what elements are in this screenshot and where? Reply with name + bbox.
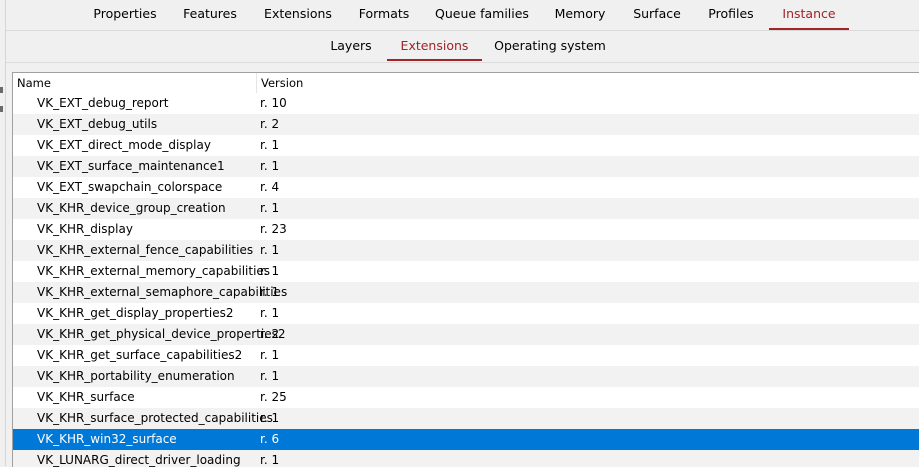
column-header-name[interactable]: Name <box>13 73 257 93</box>
extension-version-cell: r. 10 <box>260 96 287 110</box>
extension-name-cell: VK_KHR_device_group_creation <box>37 201 226 215</box>
extension-version-cell: r. 6 <box>260 432 280 446</box>
table-body: VK_EXT_debug_report r. 10 VK_EXT_debug_uti… <box>13 93 919 467</box>
extension-version-cell: r. 1 <box>260 348 280 362</box>
extension-name-cell: VK_KHR_external_semaphore_capabilities <box>37 285 288 299</box>
subtab-operating-system[interactable]: Operating system <box>490 31 610 60</box>
extension-name-cell: VK_KHR_win32_surface <box>37 432 177 446</box>
extension-name-cell: VK_KHR_portability_enumeration <box>37 369 235 383</box>
tab-features[interactable]: Features <box>179 0 241 28</box>
window-left-edge <box>0 0 6 466</box>
subtab-extensions[interactable]: Extensions <box>387 31 482 61</box>
extension-version-cell: r. 1 <box>260 201 280 215</box>
extension-name-cell: VK_KHR_surface_protected_capabilities <box>37 411 273 425</box>
extension-name-cell: VK_KHR_external_memory_capabilities <box>37 264 271 278</box>
table-row[interactable]: VK_KHR_get_physical_device_properties2 r.… <box>13 324 919 345</box>
extension-name-cell: VK_LUNARG_direct_driver_loading <box>37 453 241 467</box>
extension-version-cell: r. 1 <box>260 453 280 467</box>
column-header-version[interactable]: Version <box>257 73 919 93</box>
extension-version-cell: r. 25 <box>260 390 287 404</box>
main-tab-bar: Properties Features Extensions Formats Q… <box>6 0 919 31</box>
tab-properties[interactable]: Properties <box>90 0 160 28</box>
table-row[interactable]: VK_EXT_direct_mode_display r. 1 <box>13 135 919 156</box>
table-row[interactable]: VK_KHR_surface_protected_capabilities r. … <box>13 408 919 429</box>
table-row[interactable]: VK_KHR_external_fence_capabilities r. 1 <box>13 240 919 261</box>
table-row[interactable]: VK_KHR_external_semaphore_capabilities r.… <box>13 282 919 303</box>
instance-sub-tab-bar: Layers Extensions Operating system <box>6 31 919 63</box>
table-row[interactable]: VK_EXT_debug_utils r. 2 <box>13 114 919 135</box>
extension-version-cell: r. 1 <box>260 159 280 173</box>
extension-name-cell: VK_KHR_get_display_properties2 <box>37 306 234 320</box>
extension-version-cell: r. 1 <box>260 411 280 425</box>
table-row[interactable]: VK_LUNARG_direct_driver_loading r. 1 <box>13 450 919 467</box>
extension-version-cell: r. 1 <box>260 285 280 299</box>
tab-formats[interactable]: Formats <box>354 0 414 28</box>
table-header: Name Version <box>13 73 919 94</box>
extension-version-cell: r. 1 <box>260 243 280 257</box>
extension-version-cell: r. 4 <box>260 180 280 194</box>
subtab-layers[interactable]: Layers <box>320 31 382 60</box>
extension-name-cell: VK_KHR_get_physical_device_properties2 <box>37 327 286 341</box>
table-row[interactable]: VK_EXT_swapchain_colorspace r. 4 <box>13 177 919 198</box>
extension-version-cell: r. 1 <box>260 306 280 320</box>
tab-memory[interactable]: Memory <box>549 0 611 28</box>
extension-name-cell: VK_KHR_external_fence_capabilities <box>37 243 254 257</box>
extension-name-cell: VK_KHR_surface <box>37 390 135 404</box>
tab-instance[interactable]: Instance <box>769 0 849 30</box>
tab-extensions[interactable]: Extensions <box>260 0 336 28</box>
tab-surface[interactable]: Surface <box>627 0 687 28</box>
resize-grip-mark <box>0 106 3 112</box>
table-row[interactable]: VK_KHR_device_group_creation r. 1 <box>13 198 919 219</box>
table-row[interactable]: VK_KHR_surface r. 25 <box>13 387 919 408</box>
instance-extensions-table[interactable]: Name Version VK_EXT_debug_report r. 10 VK_… <box>12 72 919 467</box>
extension-name-cell: VK_KHR_display <box>37 222 133 236</box>
extension-name-cell: VK_KHR_get_surface_capabilities2 <box>37 348 243 362</box>
table-row[interactable]: VK_KHR_portability_enumeration r. 1 <box>13 366 919 387</box>
table-row[interactable]: VK_KHR_win32_surface r. 6 <box>13 429 919 450</box>
table-row[interactable]: VK_EXT_surface_maintenance1 r. 1 <box>13 156 919 177</box>
extension-name-cell: VK_EXT_debug_utils <box>37 117 158 131</box>
extension-version-cell: r. 1 <box>260 369 280 383</box>
extension-version-cell: r. 1 <box>260 264 280 278</box>
extension-version-cell: r. 23 <box>260 222 287 236</box>
extension-name-cell: VK_EXT_debug_report <box>37 96 169 110</box>
resize-grip-mark <box>0 87 3 93</box>
extension-version-cell: r. 2 <box>260 117 280 131</box>
table-row[interactable]: VK_EXT_debug_report r. 10 <box>13 93 919 114</box>
table-row[interactable]: VK_KHR_get_surface_capabilities2 r. 1 <box>13 345 919 366</box>
tab-profiles[interactable]: Profiles <box>703 0 759 28</box>
tab-queue-families[interactable]: Queue families <box>432 0 532 28</box>
extension-name-cell: VK_EXT_swapchain_colorspace <box>37 180 223 194</box>
extension-name-cell: VK_EXT_direct_mode_display <box>37 138 211 152</box>
extension-name-cell: VK_EXT_surface_maintenance1 <box>37 159 225 173</box>
extension-version-cell: r. 2 <box>260 327 280 341</box>
table-row[interactable]: VK_KHR_get_display_properties2 r. 1 <box>13 303 919 324</box>
extension-version-cell: r. 1 <box>260 138 280 152</box>
table-row[interactable]: VK_KHR_display r. 23 <box>13 219 919 240</box>
table-row[interactable]: VK_KHR_external_memory_capabilities r. 1 <box>13 261 919 282</box>
